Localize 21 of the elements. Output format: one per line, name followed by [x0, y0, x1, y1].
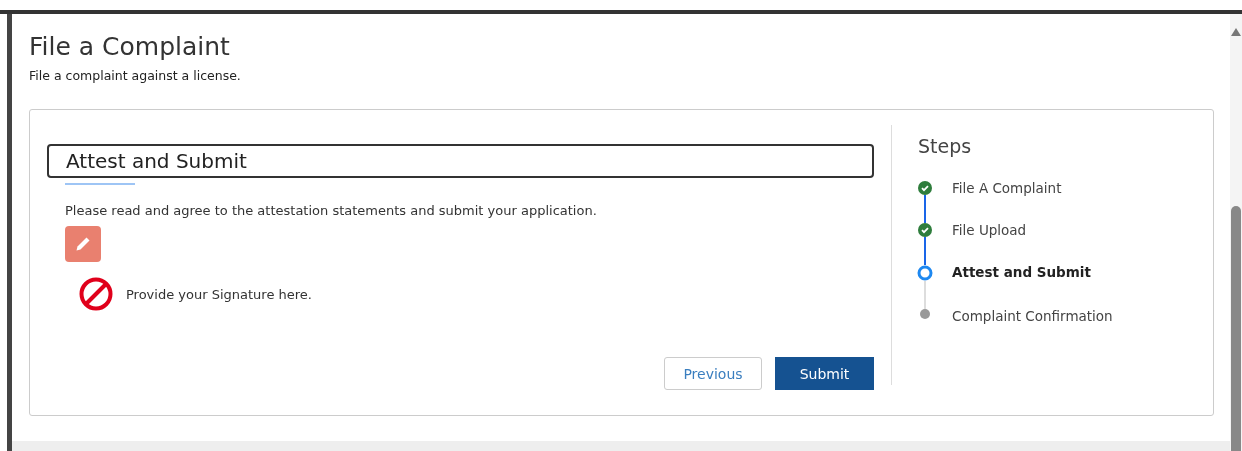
previous-button[interactable]: Previous	[664, 357, 762, 390]
submit-button[interactable]: Submit	[775, 357, 874, 390]
step-connector	[924, 195, 926, 223]
heading-underline	[65, 183, 135, 185]
step-label: Complaint Confirmation	[952, 309, 1113, 323]
scrollbar-thumb[interactable]	[1231, 206, 1241, 451]
section-heading: Attest and Submit	[66, 149, 247, 173]
step-connector	[924, 281, 926, 309]
scroll-up-icon[interactable]	[1231, 28, 1241, 36]
sign-button[interactable]	[65, 226, 101, 262]
pencil-icon	[74, 235, 92, 253]
instructions-text: Please read and agree to the attestation statements and submit your application.	[65, 203, 598, 218]
step-connector	[924, 237, 926, 265]
signature-message: Provide your Signature here.	[126, 286, 312, 302]
prohibited-icon	[79, 277, 113, 311]
steps-title: Steps	[918, 135, 973, 157]
step-label: Attest and Submit	[952, 265, 1091, 279]
step-label: File Upload	[952, 223, 1027, 237]
page-title: File a Complaint	[29, 32, 231, 62]
step-label: File A Complaint	[952, 181, 1062, 195]
page-subtitle: File a complaint against a license.	[29, 68, 242, 83]
